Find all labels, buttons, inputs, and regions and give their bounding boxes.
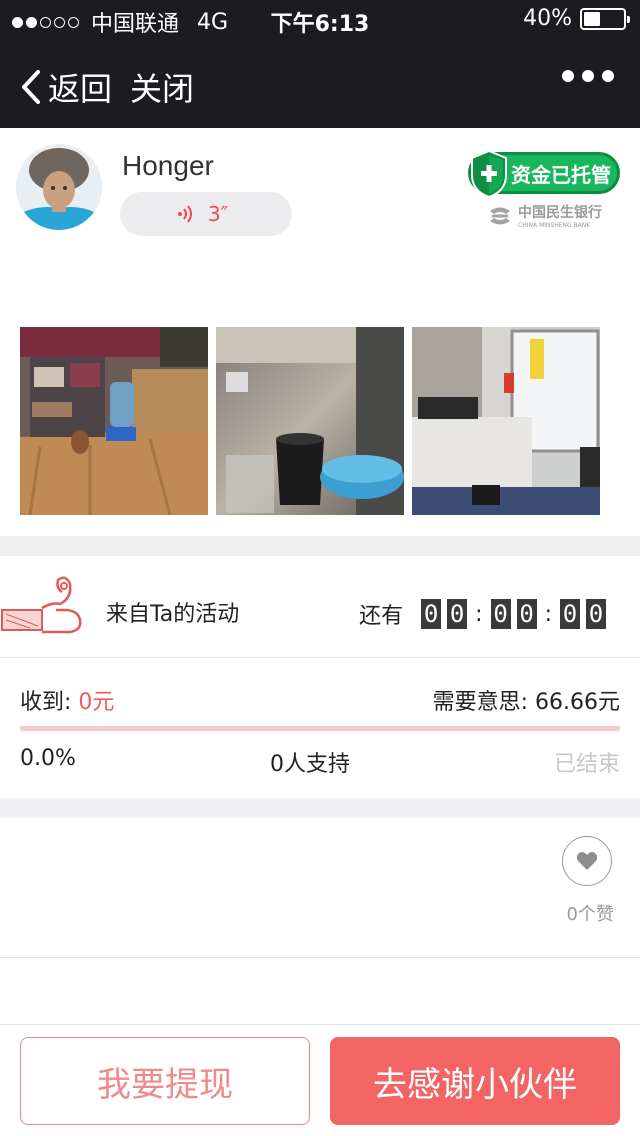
countdown-digit: 0 — [490, 599, 511, 629]
bank-logo-icon — [490, 207, 510, 224]
section-divider — [0, 536, 640, 556]
status-badge: 已结束 — [553, 752, 620, 777]
photo-thumbnail[interactable] — [216, 327, 404, 515]
hand-pointing-icon — [1, 576, 82, 634]
countdown-digit: 0 — [586, 599, 606, 629]
chevron-left-icon — [22, 70, 40, 104]
photo-thumbnail[interactable] — [412, 327, 600, 515]
battery-percent: 40% — [523, 6, 572, 31]
username: Honger — [122, 150, 214, 181]
status-bar: 中国联通 4G 下午6:13 40% — [0, 0, 640, 40]
received-amount: 收到: 0元 — [20, 684, 114, 716]
avatar[interactable] — [16, 144, 102, 230]
activity-row[interactable]: 来自Ta的活动 还有 0 0 : 0 0 : 0 0 — [0, 556, 640, 658]
progress-percent: 0.0% — [20, 746, 76, 771]
sound-wave-icon — [178, 205, 192, 223]
more-menu-button[interactable] — [562, 70, 614, 82]
avatar-image — [16, 144, 102, 230]
like-button[interactable] — [562, 836, 612, 886]
funding-section: 收到: 0元 需要意思: 66.66元 0.0% 0人支持 已结束 — [0, 658, 640, 798]
bank-logo: 中国民生银行 CHINA MINSHENG BANK — [486, 202, 602, 229]
heart-icon — [576, 852, 598, 870]
photo-thumbnail[interactable] — [20, 327, 208, 515]
bank-name-en: CHINA MINSHENG BANK — [518, 222, 591, 229]
close-button[interactable]: 关闭 — [130, 64, 194, 110]
countdown-timer: 还有 0 0 : 0 0 : 0 0 — [359, 598, 606, 630]
countdown-digit: 0 — [447, 599, 468, 629]
voice-message-button[interactable]: 3″ — [120, 192, 292, 236]
countdown-digit: 0 — [516, 599, 537, 629]
thank-friends-button[interactable]: 去感谢小伙伴 — [330, 1037, 620, 1125]
funding-progress-bar — [20, 726, 620, 731]
escrow-badge: 资金已托管 — [468, 149, 620, 199]
section-divider — [0, 798, 640, 818]
voice-duration: 3″ — [208, 202, 229, 226]
supporter-count: 0人支持 — [270, 752, 350, 777]
activity-label: 来自Ta的活动 — [106, 602, 240, 627]
back-button[interactable]: 返回 — [20, 64, 112, 110]
countdown-digit: 0 — [560, 599, 580, 629]
bottom-action-bar: 我要提现 去感谢小伙伴 — [0, 1024, 640, 1136]
received-value: 0元 — [78, 690, 115, 715]
shield-icon — [471, 149, 507, 199]
countdown-colon: : — [544, 601, 552, 627]
bank-name: 中国民生银行 — [518, 205, 602, 221]
back-label: 返回 — [48, 70, 113, 108]
countdown-prefix: 还有 — [359, 604, 404, 629]
top-bar: 中国联通 4G 下午6:13 40% 返回 关闭 — [0, 0, 640, 128]
profile-section: Honger 3″ 资金已托管 中国民生银行 CHINA MINSHENG BA… — [0, 128, 640, 318]
received-label: 收到: — [20, 690, 79, 715]
escrow-text: 资金已托管 — [511, 162, 611, 187]
countdown-colon: : — [475, 601, 483, 627]
likes-section: 0个赞 — [0, 818, 640, 958]
battery-icon — [580, 7, 630, 30]
nav-bar: 返回 关闭 — [0, 56, 640, 116]
withdraw-button[interactable]: 我要提现 — [20, 1037, 310, 1125]
like-count: 0个赞 — [566, 904, 614, 925]
countdown-digit: 0 — [421, 599, 442, 629]
needed-amount: 需要意思: 66.66元 — [432, 690, 620, 715]
photo-gallery — [20, 327, 600, 515]
